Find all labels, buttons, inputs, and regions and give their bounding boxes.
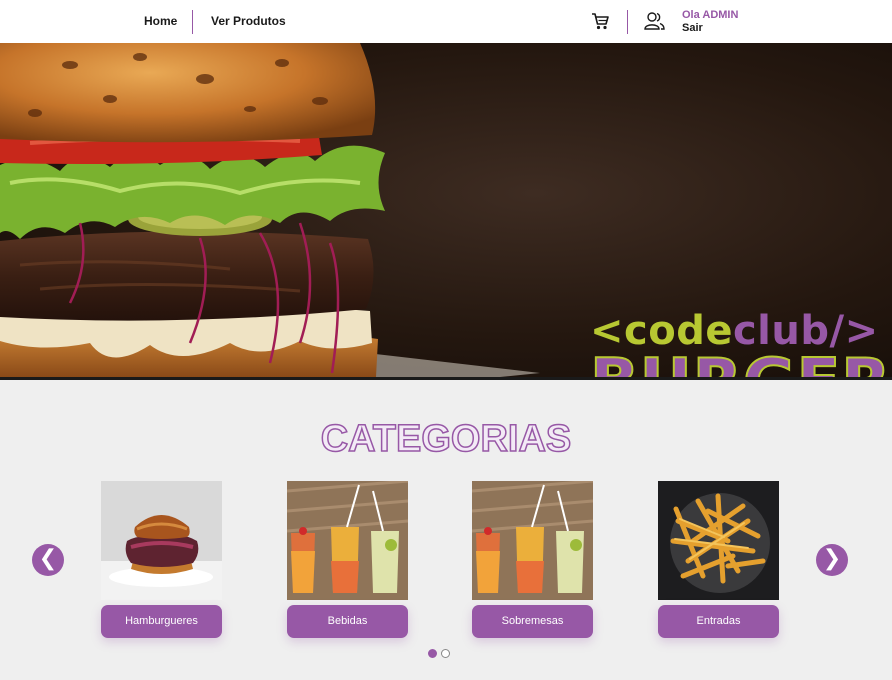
top-navbar: Home Ver Produtos Ola ADMIN Sair [0, 0, 892, 43]
category-label[interactable]: Entradas [658, 605, 779, 638]
category-card-bebidas[interactable]: Bebidas [287, 481, 408, 641]
categories-title: CATEGORIAS [320, 417, 572, 461]
fries-image [658, 481, 779, 600]
carousel-prev-button[interactable]: ❮ [32, 544, 64, 576]
hero-divider [0, 377, 892, 380]
hamburger-image [101, 481, 222, 600]
carousel-pagination [428, 649, 452, 659]
category-label[interactable]: Bebidas [287, 605, 408, 638]
user-icon [644, 12, 665, 30]
hero-banner: <codeclub/> BURGER [0, 43, 892, 377]
category-label[interactable]: Hamburgueres [101, 605, 222, 638]
logout-link[interactable]: Sair [682, 22, 703, 34]
drinks-image [287, 481, 408, 600]
nav-products-link[interactable]: Ver Produtos [211, 14, 286, 28]
category-card-sobremesas[interactable]: Sobremesas [472, 481, 593, 641]
cart-icon[interactable] [590, 11, 610, 31]
brand-burger-text: BURGER [589, 346, 892, 377]
carousel-dot-2[interactable] [441, 649, 450, 658]
category-card-hamburgueres[interactable]: Hamburgueres [101, 481, 222, 641]
user-greeting: Ola ADMIN [682, 9, 739, 21]
header-divider [627, 10, 628, 34]
carousel-dot-1[interactable] [428, 649, 437, 658]
nav-divider [192, 10, 193, 34]
category-card-entradas[interactable]: Entradas [658, 481, 779, 641]
carousel-next-button[interactable]: ❯ [816, 544, 848, 576]
desserts-image [472, 481, 593, 600]
nav-home-link[interactable]: Home [144, 14, 177, 28]
category-label[interactable]: Sobremesas [472, 605, 593, 638]
